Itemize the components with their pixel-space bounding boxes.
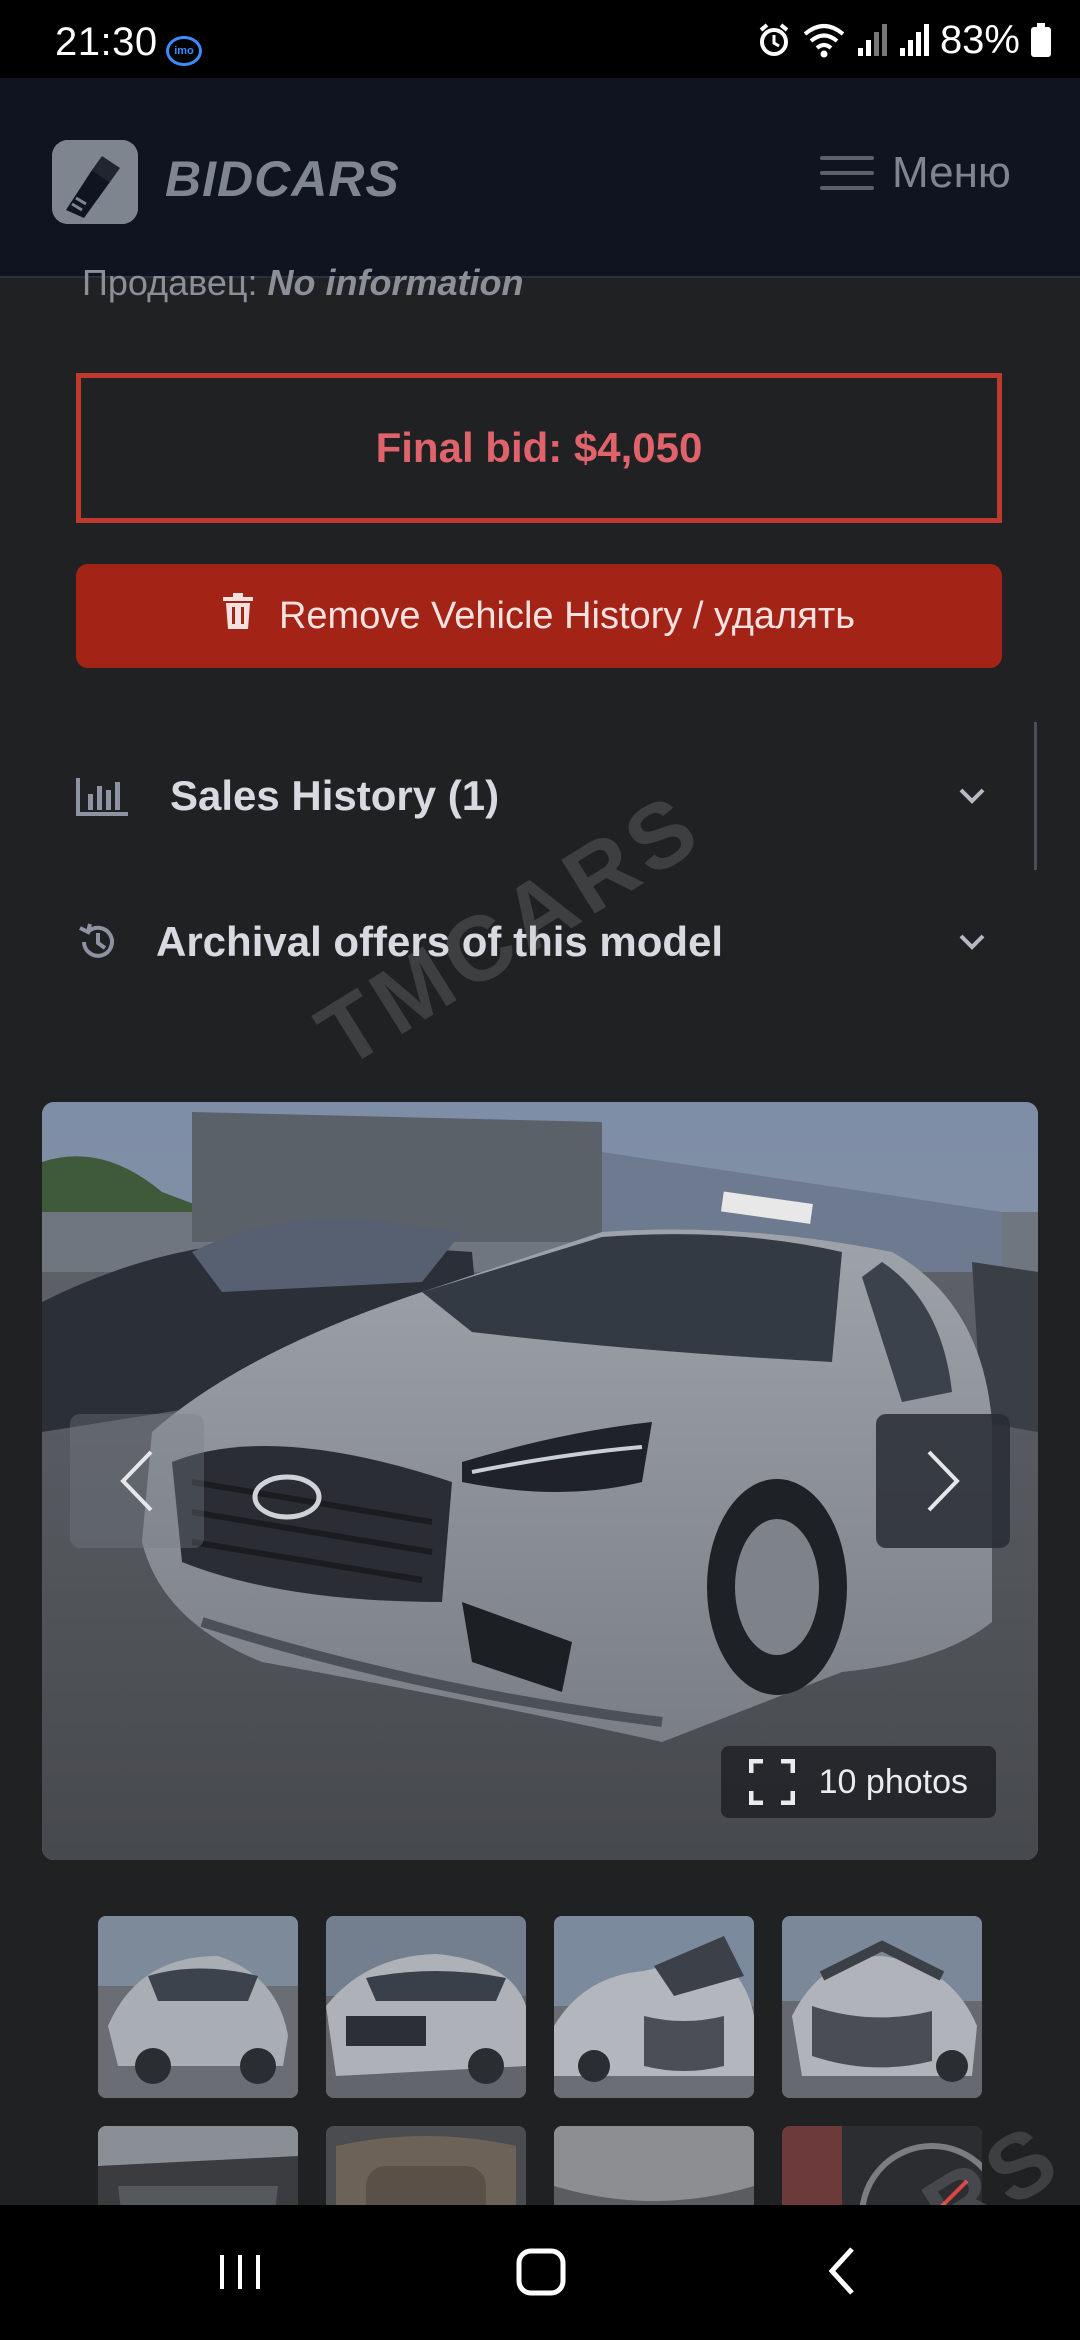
hamburger-icon: [820, 152, 874, 194]
gallery-next-button[interactable]: [876, 1414, 1010, 1548]
battery-icon: [1030, 22, 1052, 58]
fullscreen-icon: [748, 1759, 795, 1805]
bidcars-logo-icon[interactable]: [52, 140, 138, 224]
system-navigation-bar: [0, 2205, 1080, 2340]
chevron-right-icon: [927, 1450, 960, 1512]
bar-chart-icon: [76, 776, 146, 816]
recent-apps-icon[interactable]: [216, 2241, 264, 2306]
thumbnail[interactable]: [782, 1916, 982, 2098]
signal-icon: [856, 22, 888, 58]
menu-label: Меню: [892, 148, 1011, 197]
status-bar: 21:30 imo 83%: [0, 0, 1080, 78]
photo-count-button[interactable]: 10 photos: [720, 1746, 996, 1818]
site-header: BIDCARS Меню: [0, 78, 1080, 278]
thumbnail[interactable]: [98, 1916, 298, 2098]
alarm-icon: [756, 22, 792, 58]
photo-count-label: 10 photos: [818, 1762, 968, 1801]
remove-button-label: Remove Vehicle History / удалять: [278, 594, 856, 637]
signal-icon-2: [898, 22, 930, 58]
battery-percent: 83%: [939, 17, 1020, 62]
imo-notification-icon: imo: [166, 36, 202, 66]
back-icon[interactable]: [822, 2241, 862, 2306]
chevron-left-icon: [120, 1450, 153, 1512]
history-icon: [76, 920, 146, 964]
chevron-down-icon: [942, 933, 1002, 951]
trash-icon: [222, 593, 253, 639]
thumbnail[interactable]: [554, 1916, 754, 2098]
accordion-label: Sales History (1): [170, 772, 500, 819]
thumbnail[interactable]: [326, 1916, 526, 2098]
final-bid-box: Final bid: $4,050: [76, 373, 1002, 523]
seller-label: Продавец:: [82, 262, 258, 303]
photo-gallery[interactable]: 10 photos: [42, 1102, 1038, 1860]
gallery-prev-button[interactable]: [70, 1414, 204, 1548]
chevron-down-icon: [942, 787, 1002, 805]
accordion-sales-history[interactable]: Sales History (1): [76, 736, 1002, 856]
brand-logo-text[interactable]: BIDCARS: [165, 150, 400, 208]
home-icon[interactable]: [514, 2241, 570, 2306]
wifi-icon: [802, 22, 846, 58]
status-time: 21:30: [55, 20, 158, 64]
final-bid-text: Final bid: $4,050: [375, 424, 703, 471]
remove-vehicle-history-button[interactable]: Remove Vehicle History / удалять: [76, 564, 1002, 668]
seller-info: Продавец: No information: [82, 262, 524, 304]
scrollbar[interactable]: [1034, 722, 1037, 870]
seller-value: No information: [267, 262, 524, 303]
menu-button[interactable]: Меню: [820, 148, 1011, 198]
